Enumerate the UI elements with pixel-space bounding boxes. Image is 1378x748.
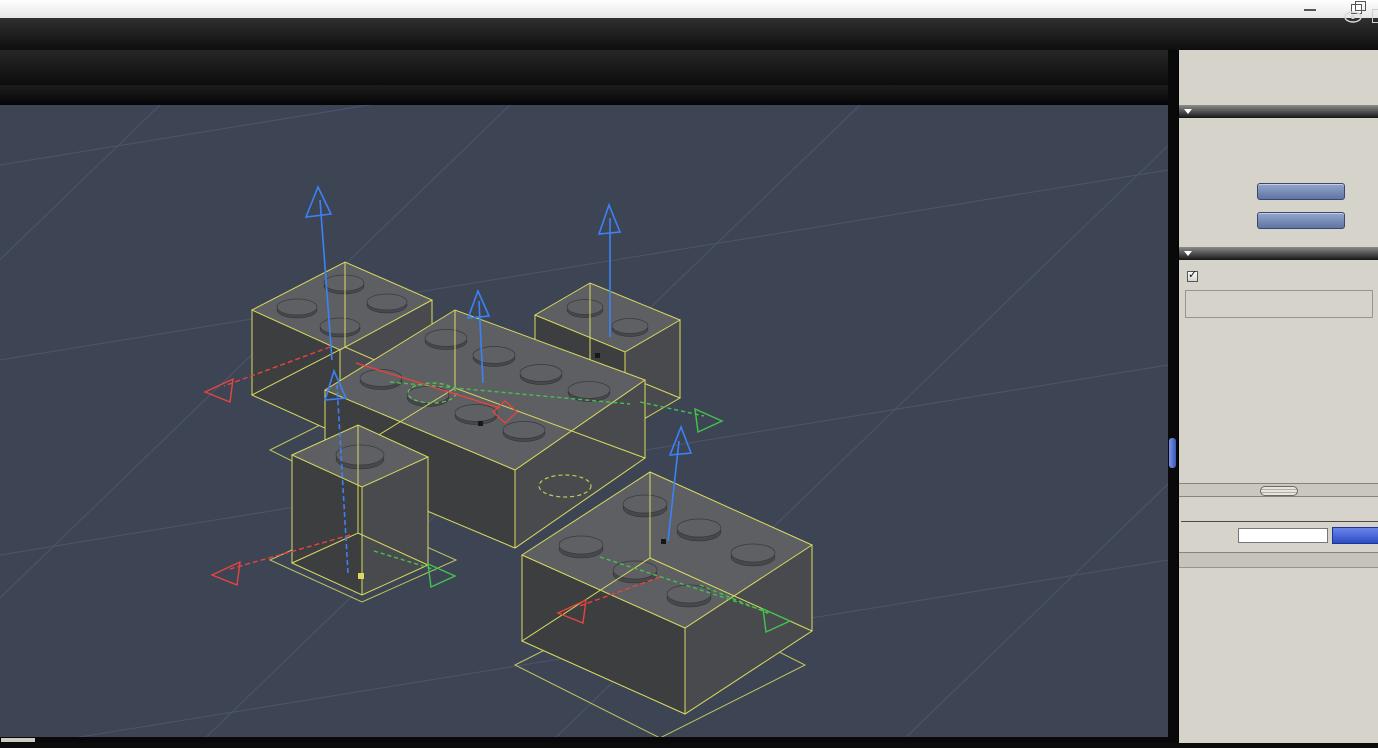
brick-cm-1x1[interactable] [290, 424, 430, 596]
panel-splitter[interactable] [1179, 483, 1378, 497]
viewport-horizontal-scrollbar[interactable] [0, 737, 1168, 743]
viewport-canvas[interactable] [0, 0, 1378, 748]
scene-root-row[interactable] [1179, 552, 1378, 568]
minimize-button-icon[interactable] [1304, 9, 1316, 11]
vertical-scroll-thumb[interactable] [1169, 438, 1176, 468]
collapse-triangle-icon [1184, 251, 1192, 256]
view-section-header[interactable] [1179, 247, 1378, 260]
window-titlebar [0, 0, 1378, 19]
find-row [1179, 524, 1378, 546]
backfaces-group [1185, 290, 1373, 318]
general-section-header[interactable] [1179, 105, 1378, 118]
primitives-toolbar [0, 50, 1170, 85]
eye-icon[interactable] [1344, 10, 1362, 28]
3d-viewport[interactable] [0, 0, 1378, 748]
collapse-triangle-icon [1184, 109, 1192, 114]
properties-panel [1178, 50, 1378, 743]
filter-select[interactable] [1332, 526, 1378, 544]
viewport-vertical-scrollbar[interactable] [1168, 50, 1178, 743]
horizontal-scroll-thumb[interactable] [1, 738, 35, 742]
preset-button[interactable] [1257, 212, 1345, 229]
viewport-toolbar [0, 85, 1170, 105]
show-object-checkbox[interactable] [1187, 268, 1202, 282]
clipped-toolbar-icon [1372, 9, 1378, 23]
splitter-handle-icon[interactable] [1260, 486, 1298, 496]
browser-tabs [1181, 505, 1378, 522]
checkbox-box-icon[interactable] [1187, 268, 1198, 282]
find-input[interactable] [1238, 527, 1328, 543]
edit-shader-button[interactable] [1257, 183, 1345, 200]
menubar [0, 18, 1378, 50]
